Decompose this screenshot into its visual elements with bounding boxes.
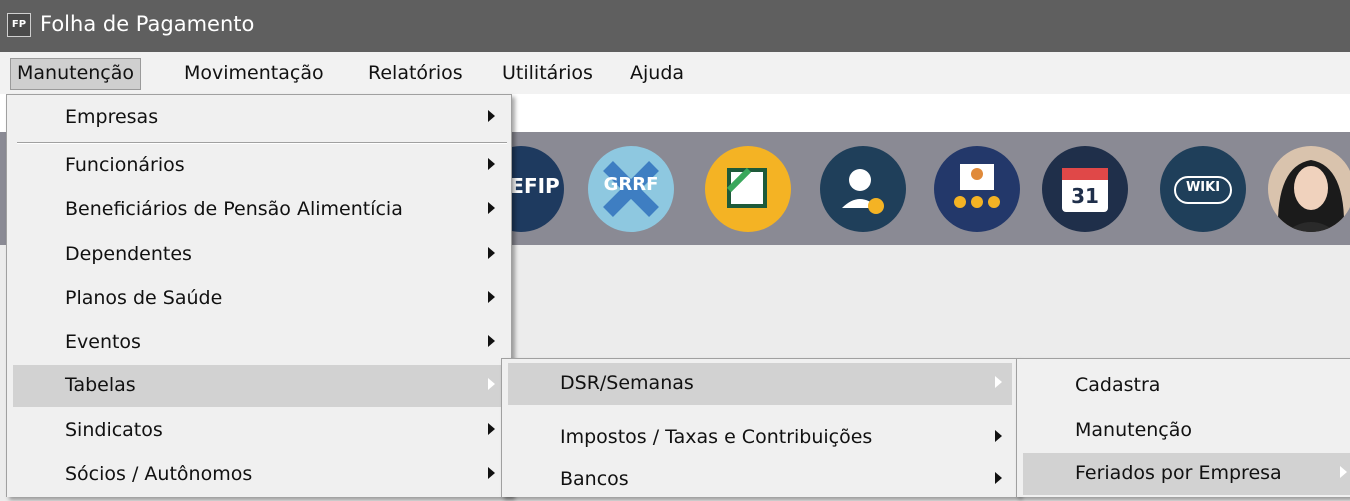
meeting-button[interactable] xyxy=(934,146,1020,232)
meeting-icon xyxy=(954,164,1000,208)
menu-item-label: Funcionários xyxy=(65,154,185,176)
calendar-button[interactable]: 31 xyxy=(1042,146,1128,232)
grrf-button[interactable]: GRRF xyxy=(588,146,674,232)
submenu-arrow-icon xyxy=(488,110,495,122)
manutencao-menu: Empresas Funcionários Beneficiários de P… xyxy=(6,94,512,497)
menu-item-label: Beneficiários de Pensão Alimentícia xyxy=(65,198,403,220)
submenu-arrow-icon xyxy=(488,467,495,479)
menu-item-label: Eventos xyxy=(65,331,141,353)
document-button[interactable] xyxy=(705,146,791,232)
menu-item-cadastra[interactable]: Cadastra xyxy=(1017,365,1350,407)
menu-item-dependentes[interactable]: Dependentes xyxy=(7,234,511,276)
menu-item-socios-autonomos[interactable]: Sócios / Autônomos xyxy=(7,454,511,496)
menu-utilitarios[interactable]: Utilitários xyxy=(496,58,599,88)
support-gear-icon xyxy=(842,169,884,214)
menu-item-bancos[interactable]: Bancos xyxy=(502,459,1018,501)
menu-item-label: Dependentes xyxy=(65,243,192,265)
assistant-avatar[interactable] xyxy=(1268,146,1350,232)
menu-item-planos-de-saude[interactable]: Planos de Saúde xyxy=(7,278,511,320)
menu-item-label: Bancos xyxy=(560,468,629,490)
submenu-arrow-icon xyxy=(1340,466,1347,478)
menu-item-empresas[interactable]: Empresas xyxy=(7,97,511,139)
menu-item-manutencao[interactable]: Manutenção xyxy=(1017,410,1350,452)
submenu-arrow-icon xyxy=(488,378,495,390)
tabelas-submenu: DSR/Semanas Impostos / Taxas e Contribui… xyxy=(501,358,1019,497)
calendar-day: 31 xyxy=(1071,184,1099,208)
dsr-semanas-submenu: Cadastra Manutenção Feriados por Empresa xyxy=(1016,358,1350,497)
window-title: Folha de Pagamento xyxy=(40,12,255,36)
menu-separator xyxy=(17,142,507,144)
document-icon xyxy=(726,167,767,208)
menu-item-label: Impostos / Taxas e Contribuições xyxy=(560,426,873,448)
menu-manutencao[interactable]: Manutenção xyxy=(10,58,142,90)
submenu-arrow-icon xyxy=(488,202,495,214)
wiki-button[interactable]: WIKI xyxy=(1160,146,1246,232)
menu-item-eventos[interactable]: Eventos xyxy=(7,322,511,364)
submenu-arrow-icon xyxy=(488,335,495,347)
menu-ajuda[interactable]: Ajuda xyxy=(624,58,690,88)
menu-item-label: Empresas xyxy=(65,106,159,128)
menu-relatorios[interactable]: Relatórios xyxy=(362,58,469,88)
menu-item-label: Manutenção xyxy=(1075,419,1193,441)
wiki-label: WIKI xyxy=(1185,180,1221,195)
avatar-icon xyxy=(1277,160,1345,232)
app-icon: FP xyxy=(7,13,31,37)
menu-item-impostos[interactable]: Impostos / Taxas e Contribuições xyxy=(502,417,1018,459)
menu-item-tabelas[interactable]: Tabelas xyxy=(13,365,505,407)
submenu-arrow-icon xyxy=(488,423,495,435)
submenu-arrow-icon xyxy=(488,291,495,303)
menu-item-label: DSR/Semanas xyxy=(560,372,694,394)
support-button[interactable] xyxy=(820,146,906,232)
submenu-arrow-icon xyxy=(488,247,495,259)
submenu-arrow-icon xyxy=(995,430,1002,442)
submenu-arrow-icon xyxy=(995,376,1002,388)
menu-item-funcionarios[interactable]: Funcionários xyxy=(7,145,511,187)
title-bar: FP Folha de Pagamento xyxy=(0,0,1350,52)
menu-item-label: Sindicatos xyxy=(65,419,163,441)
submenu-arrow-icon xyxy=(488,158,495,170)
menu-item-label: Feriados por Empresa xyxy=(1075,462,1282,484)
menu-item-label: Planos de Saúde xyxy=(65,287,223,309)
menu-movimentacao[interactable]: Movimentação xyxy=(178,58,330,88)
menu-item-label: Tabelas xyxy=(65,374,136,396)
menu-item-label: Cadastra xyxy=(1075,374,1161,396)
grrf-label: GRRF xyxy=(603,174,659,195)
menu-item-feriados-por-empresa[interactable]: Feriados por Empresa xyxy=(1023,453,1350,495)
submenu-arrow-icon xyxy=(995,472,1002,484)
menu-item-label: Sócios / Autônomos xyxy=(65,463,253,485)
menu-item-beneficiarios[interactable]: Beneficiários de Pensão Alimentícia xyxy=(7,189,511,231)
menu-bar: Manutenção Movimentação Relatórios Utili… xyxy=(0,52,1350,94)
menu-item-sindicatos[interactable]: Sindicatos xyxy=(7,410,511,452)
menu-item-dsr-semanas[interactable]: DSR/Semanas xyxy=(508,363,1012,405)
